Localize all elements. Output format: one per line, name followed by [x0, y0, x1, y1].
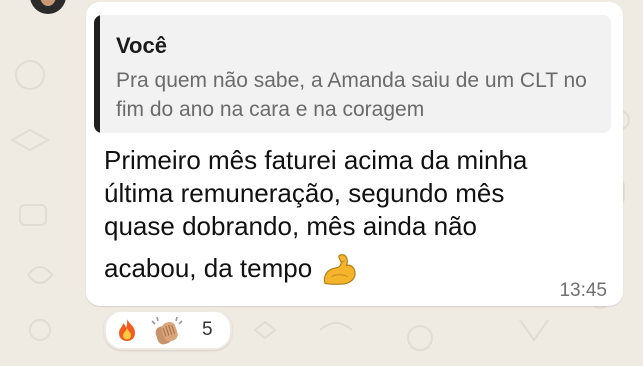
reaction-count: 5 [202, 319, 213, 340]
wallpaper-doodle [9, 128, 51, 152]
wallpaper-doodle [19, 204, 47, 226]
quote-bar [94, 15, 100, 133]
message-line: acabou, da tempo [104, 253, 313, 283]
reactions-bar[interactable]: 5 [104, 310, 232, 350]
avatar-face [40, 0, 56, 6]
message-line: última remuneração, segundo mês [104, 178, 505, 208]
wallpaper-doodle [15, 60, 45, 90]
wallpaper-doodle [27, 266, 54, 284]
clapping-hands-icon [150, 316, 184, 350]
wallpaper-doodle [319, 322, 353, 331]
wallpaper-doodle [519, 319, 549, 342]
quote-author: Você [116, 33, 167, 58]
message-line: quase dobrando, mês ainda não [104, 211, 477, 241]
wallpaper-doodle [253, 320, 277, 340]
message-bubble[interactable]: Você Pra quem não sabe, a Amanda saiu de… [86, 2, 623, 306]
quoted-message[interactable]: Você Pra quem não sabe, a Amanda saiu de… [94, 15, 611, 133]
message-text: Primeiro mês faturei acima da minha últi… [104, 144, 604, 287]
quote-text: Pra quem não sabe, a Amanda saiu de um C… [116, 69, 587, 121]
wallpaper-doodle [29, 319, 51, 341]
message-line-last: acabou, da tempo [104, 252, 604, 287]
message-line: Primeiro mês faturei acima da minha [104, 145, 528, 175]
wallpaper-doodle [407, 325, 433, 351]
message-timestamp: 13:45 [559, 280, 607, 301]
flexed-biceps-icon [324, 254, 356, 285]
fire-icon [114, 317, 140, 348]
